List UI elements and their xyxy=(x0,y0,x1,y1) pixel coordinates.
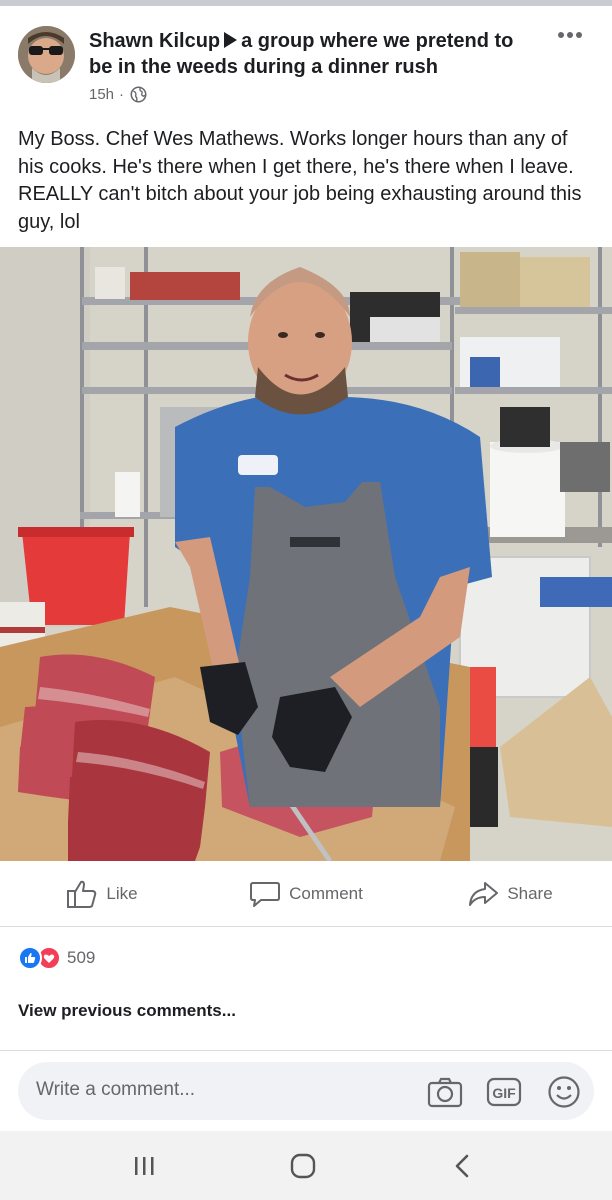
globe-icon xyxy=(130,86,147,103)
share-label: Share xyxy=(507,883,553,903)
meta-separator: · xyxy=(119,86,125,103)
shared-to-arrow-icon xyxy=(224,32,238,48)
post-header: Shawn Kilcup a group where we pretend to … xyxy=(0,6,612,116)
post-time[interactable]: 15h xyxy=(89,86,114,103)
like-label: Like xyxy=(106,883,138,903)
camera-icon[interactable] xyxy=(427,1074,463,1110)
comment-label: Comment xyxy=(289,883,363,903)
gif-icon[interactable]: GIF xyxy=(486,1074,522,1110)
post-title: Shawn Kilcup a group where we pretend to … xyxy=(89,28,539,80)
post-body-text: My Boss. Chef Wes Mathews. Works longer … xyxy=(18,128,582,233)
home-icon[interactable] xyxy=(283,1151,323,1181)
more-options-icon[interactable] xyxy=(556,28,584,42)
emoji-icon[interactable] xyxy=(546,1074,582,1110)
comment-bubble-icon xyxy=(250,881,281,907)
post-meta: 15h · xyxy=(89,86,147,103)
thumbs-up-icon xyxy=(67,880,97,908)
back-icon[interactable] xyxy=(442,1151,482,1181)
post-photo[interactable] xyxy=(0,247,612,861)
divider xyxy=(0,1050,612,1051)
reactions-summary[interactable]: 509 xyxy=(18,944,95,972)
comment-placeholder: Write a comment... xyxy=(36,1079,196,1100)
comment-button[interactable]: Comment xyxy=(204,861,408,926)
gif-label: GIF xyxy=(492,1085,516,1101)
comment-input[interactable]: Write a comment... GIF xyxy=(18,1062,594,1120)
share-button[interactable]: Share xyxy=(408,861,612,926)
author-avatar[interactable] xyxy=(18,26,75,83)
like-button[interactable]: Like xyxy=(0,861,204,926)
post-actions-bar: Like Comment Share xyxy=(0,861,612,927)
share-arrow-icon xyxy=(469,881,499,906)
like-reaction-icon xyxy=(18,946,42,970)
system-nav-bar xyxy=(0,1131,612,1200)
author-name[interactable]: Shawn Kilcup xyxy=(89,30,220,52)
view-previous-comments-link[interactable]: View previous comments... xyxy=(18,1001,236,1021)
recent-apps-icon[interactable] xyxy=(124,1151,164,1181)
reaction-count: 509 xyxy=(67,948,96,967)
